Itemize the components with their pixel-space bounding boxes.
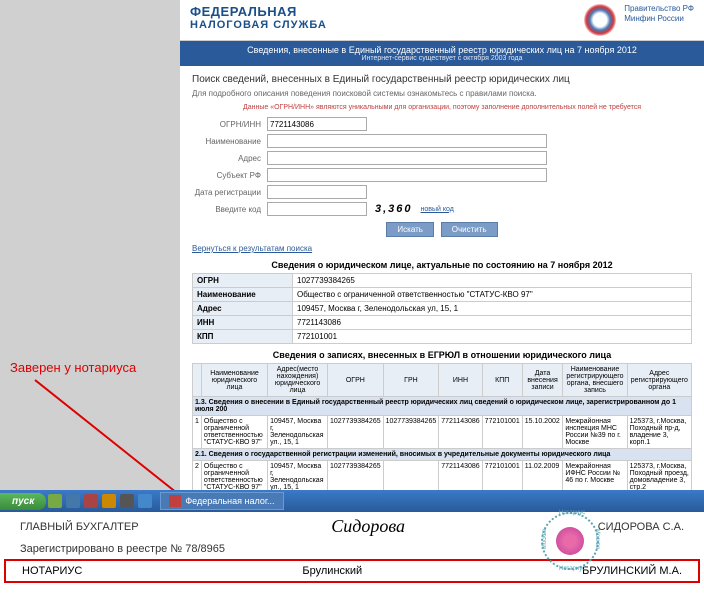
column-header: Дата внесения записи: [522, 364, 563, 397]
accountant-label: ГЛАВНЫЙ БУХГАЛТЕР: [20, 521, 139, 533]
column-header: Адрес регистрирующего органа: [627, 364, 691, 397]
quicklaunch-icon[interactable]: [138, 494, 152, 508]
annotation-text: Заверен у нотариуса: [10, 360, 136, 375]
label-address: Адрес: [192, 154, 267, 163]
column-header: Адрес(место нахождения) юридического лиц…: [268, 364, 328, 397]
cell-label: Наименование: [193, 288, 293, 302]
side-gray-panel: [0, 0, 180, 490]
accountant-signature: Сидорова: [331, 516, 405, 537]
cell-label: ОГРН: [193, 274, 293, 288]
column-header: ГРН: [383, 364, 439, 397]
notary-signature: Брулинский: [302, 565, 362, 577]
quicklaunch-icon[interactable]: [102, 494, 116, 508]
input-name[interactable]: [267, 134, 547, 148]
table-row: 2Общество с ограниченной ответственность…: [193, 461, 692, 491]
cell-value: Общество с ограниченной ответственностью…: [293, 288, 692, 302]
cell-value: 772101001: [293, 330, 692, 344]
captcha-code: 3,360: [375, 203, 413, 215]
label-code: Введите код: [192, 205, 267, 214]
column-header: ОГРН: [328, 364, 384, 397]
label-ogrn: ОГРН/ИНН: [192, 120, 267, 129]
quicklaunch-icon[interactable]: [66, 494, 80, 508]
registration-line: Зарегистрировано в реестре № 78/8965: [0, 541, 704, 557]
site-header: ФЕДЕРАЛЬНАЯ НАЛОГОВАЯ СЛУЖБА Правительст…: [180, 0, 704, 41]
entity-table: ОГРН1027739384265НаименованиеОбщество с …: [192, 273, 692, 344]
blue-banner: Сведения, внесенные в Единый государстве…: [180, 41, 704, 66]
taskbar: пуск Федеральная налог...: [0, 490, 704, 512]
section-header: 2.1. Сведения о государственной регистра…: [193, 449, 692, 461]
cell-value: 1027739384265: [293, 274, 692, 288]
records-title: Сведения о записях, внесенных в ЕГРЮЛ в …: [192, 350, 692, 360]
start-button[interactable]: пуск: [0, 493, 46, 510]
search-title: Поиск сведений, внесенных в Единый госуд…: [192, 74, 692, 85]
logo-line2: НАЛОГОВАЯ СЛУЖБА: [190, 19, 576, 31]
column-header: КПП: [482, 364, 522, 397]
info-line: Данные «ОГРН/ИНН» являются уникальными д…: [192, 104, 692, 111]
logo-line1: ФЕДЕРАЛЬНАЯ: [190, 4, 576, 19]
entity-title: Сведения о юридическом лице, актуальные …: [192, 260, 692, 270]
opera-icon: [169, 495, 181, 507]
browser-viewport: ФЕДЕРАЛЬНАЯ НАЛОГОВАЯ СЛУЖБА Правительст…: [180, 0, 704, 490]
quicklaunch-icon[interactable]: [120, 494, 134, 508]
search-subtitle: Для подробного описания поведения поиско…: [192, 89, 692, 98]
logo-text: ФЕДЕРАЛЬНАЯ НАЛОГОВАЯ СЛУЖБА: [190, 4, 576, 36]
taskbar-task[interactable]: Федеральная налог...: [160, 492, 283, 510]
notary-box: НОТАРИУС Брулинский БРУЛИНСКИЙ М.А.: [4, 559, 700, 583]
input-subject[interactable]: [267, 168, 547, 182]
column-header: ИНН: [439, 364, 482, 397]
search-button[interactable]: Искать: [386, 222, 434, 237]
gov-link-1[interactable]: Правительство РФ: [624, 4, 694, 14]
label-name: Наименование: [192, 137, 267, 146]
back-link[interactable]: Вернуться к результатам поиска: [192, 244, 312, 253]
new-code-link[interactable]: новый код: [421, 206, 454, 213]
section-header: 1.3. Сведения о внесении в Единый госуда…: [193, 397, 692, 416]
table-row: Адрес109457, Москва г, Зеленодольская ул…: [193, 302, 692, 316]
accountant-row: ГЛАВНЫЙ БУХГАЛТЕР Сидорова СИДОРОВА С.А.: [0, 512, 704, 541]
gov-links: Правительство РФ Минфин России: [624, 4, 694, 36]
column-header: Наименование регистрирующего органа, вне…: [563, 364, 627, 397]
table-row: ОГРН1027739384265: [193, 274, 692, 288]
cell-label: Адрес: [193, 302, 293, 316]
content-area: Поиск сведений, внесенных в Единый госуд…: [180, 66, 704, 490]
label-subject: Субъект РФ: [192, 171, 267, 180]
cell-value: 7721143086: [293, 316, 692, 330]
records-table: Наименование юридического лицаАдрес(мест…: [192, 363, 692, 490]
label-date: Дата регистрации: [192, 188, 267, 197]
input-ogrn[interactable]: [267, 117, 367, 131]
notary-label: НОТАРИУС: [22, 565, 82, 577]
cell-value: 109457, Москва г, Зеленодольская ул, 15,…: [293, 302, 692, 316]
banner-main: Сведения, внесенные в Единый государстве…: [192, 45, 692, 55]
notary-name: БРУЛИНСКИЙ М.А.: [582, 565, 682, 577]
button-row: Искать Очистить: [192, 222, 692, 237]
column-header: Наименование юридического лица: [201, 364, 267, 397]
quicklaunch-icon[interactable]: [48, 494, 62, 508]
input-address[interactable]: [267, 151, 547, 165]
quicklaunch-icon[interactable]: [84, 494, 98, 508]
input-date[interactable]: [267, 185, 367, 199]
clear-button[interactable]: Очистить: [441, 222, 498, 237]
document-lower: ГЛАВНЫЙ БУХГАЛТЕР Сидорова СИДОРОВА С.А.…: [0, 512, 704, 606]
cell-label: КПП: [193, 330, 293, 344]
cell-label: ИНН: [193, 316, 293, 330]
banner-sub: Интернет-сервис существует с октября 200…: [192, 55, 692, 62]
table-row: ИНН7721143086: [193, 316, 692, 330]
accountant-name: СИДОРОВА С.А.: [598, 521, 684, 533]
gov-link-2[interactable]: Минфин России: [624, 14, 694, 24]
input-code[interactable]: [267, 202, 367, 216]
table-row: КПП772101001: [193, 330, 692, 344]
table-row: 1Общество с ограниченной ответственность…: [193, 416, 692, 449]
emblem-icon: [584, 4, 616, 36]
table-row: НаименованиеОбщество с ограниченной отве…: [193, 288, 692, 302]
